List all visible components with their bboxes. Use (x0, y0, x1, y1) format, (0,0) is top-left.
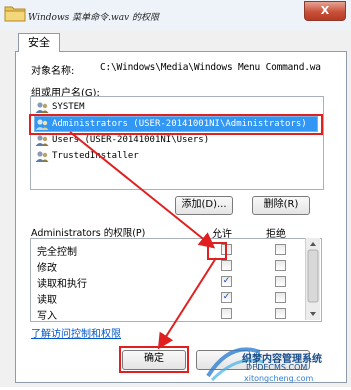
annotation-arrows (69, 131, 217, 350)
tab-security[interactable]: 安全 (18, 33, 60, 52)
watermark-line2: DEDECMS.COM (246, 363, 308, 372)
watermark: 织梦内容管理系统 DEDECMS.COM xitongcheng.com (200, 336, 351, 387)
watermark-line3: xitongcheng.com (244, 374, 314, 383)
